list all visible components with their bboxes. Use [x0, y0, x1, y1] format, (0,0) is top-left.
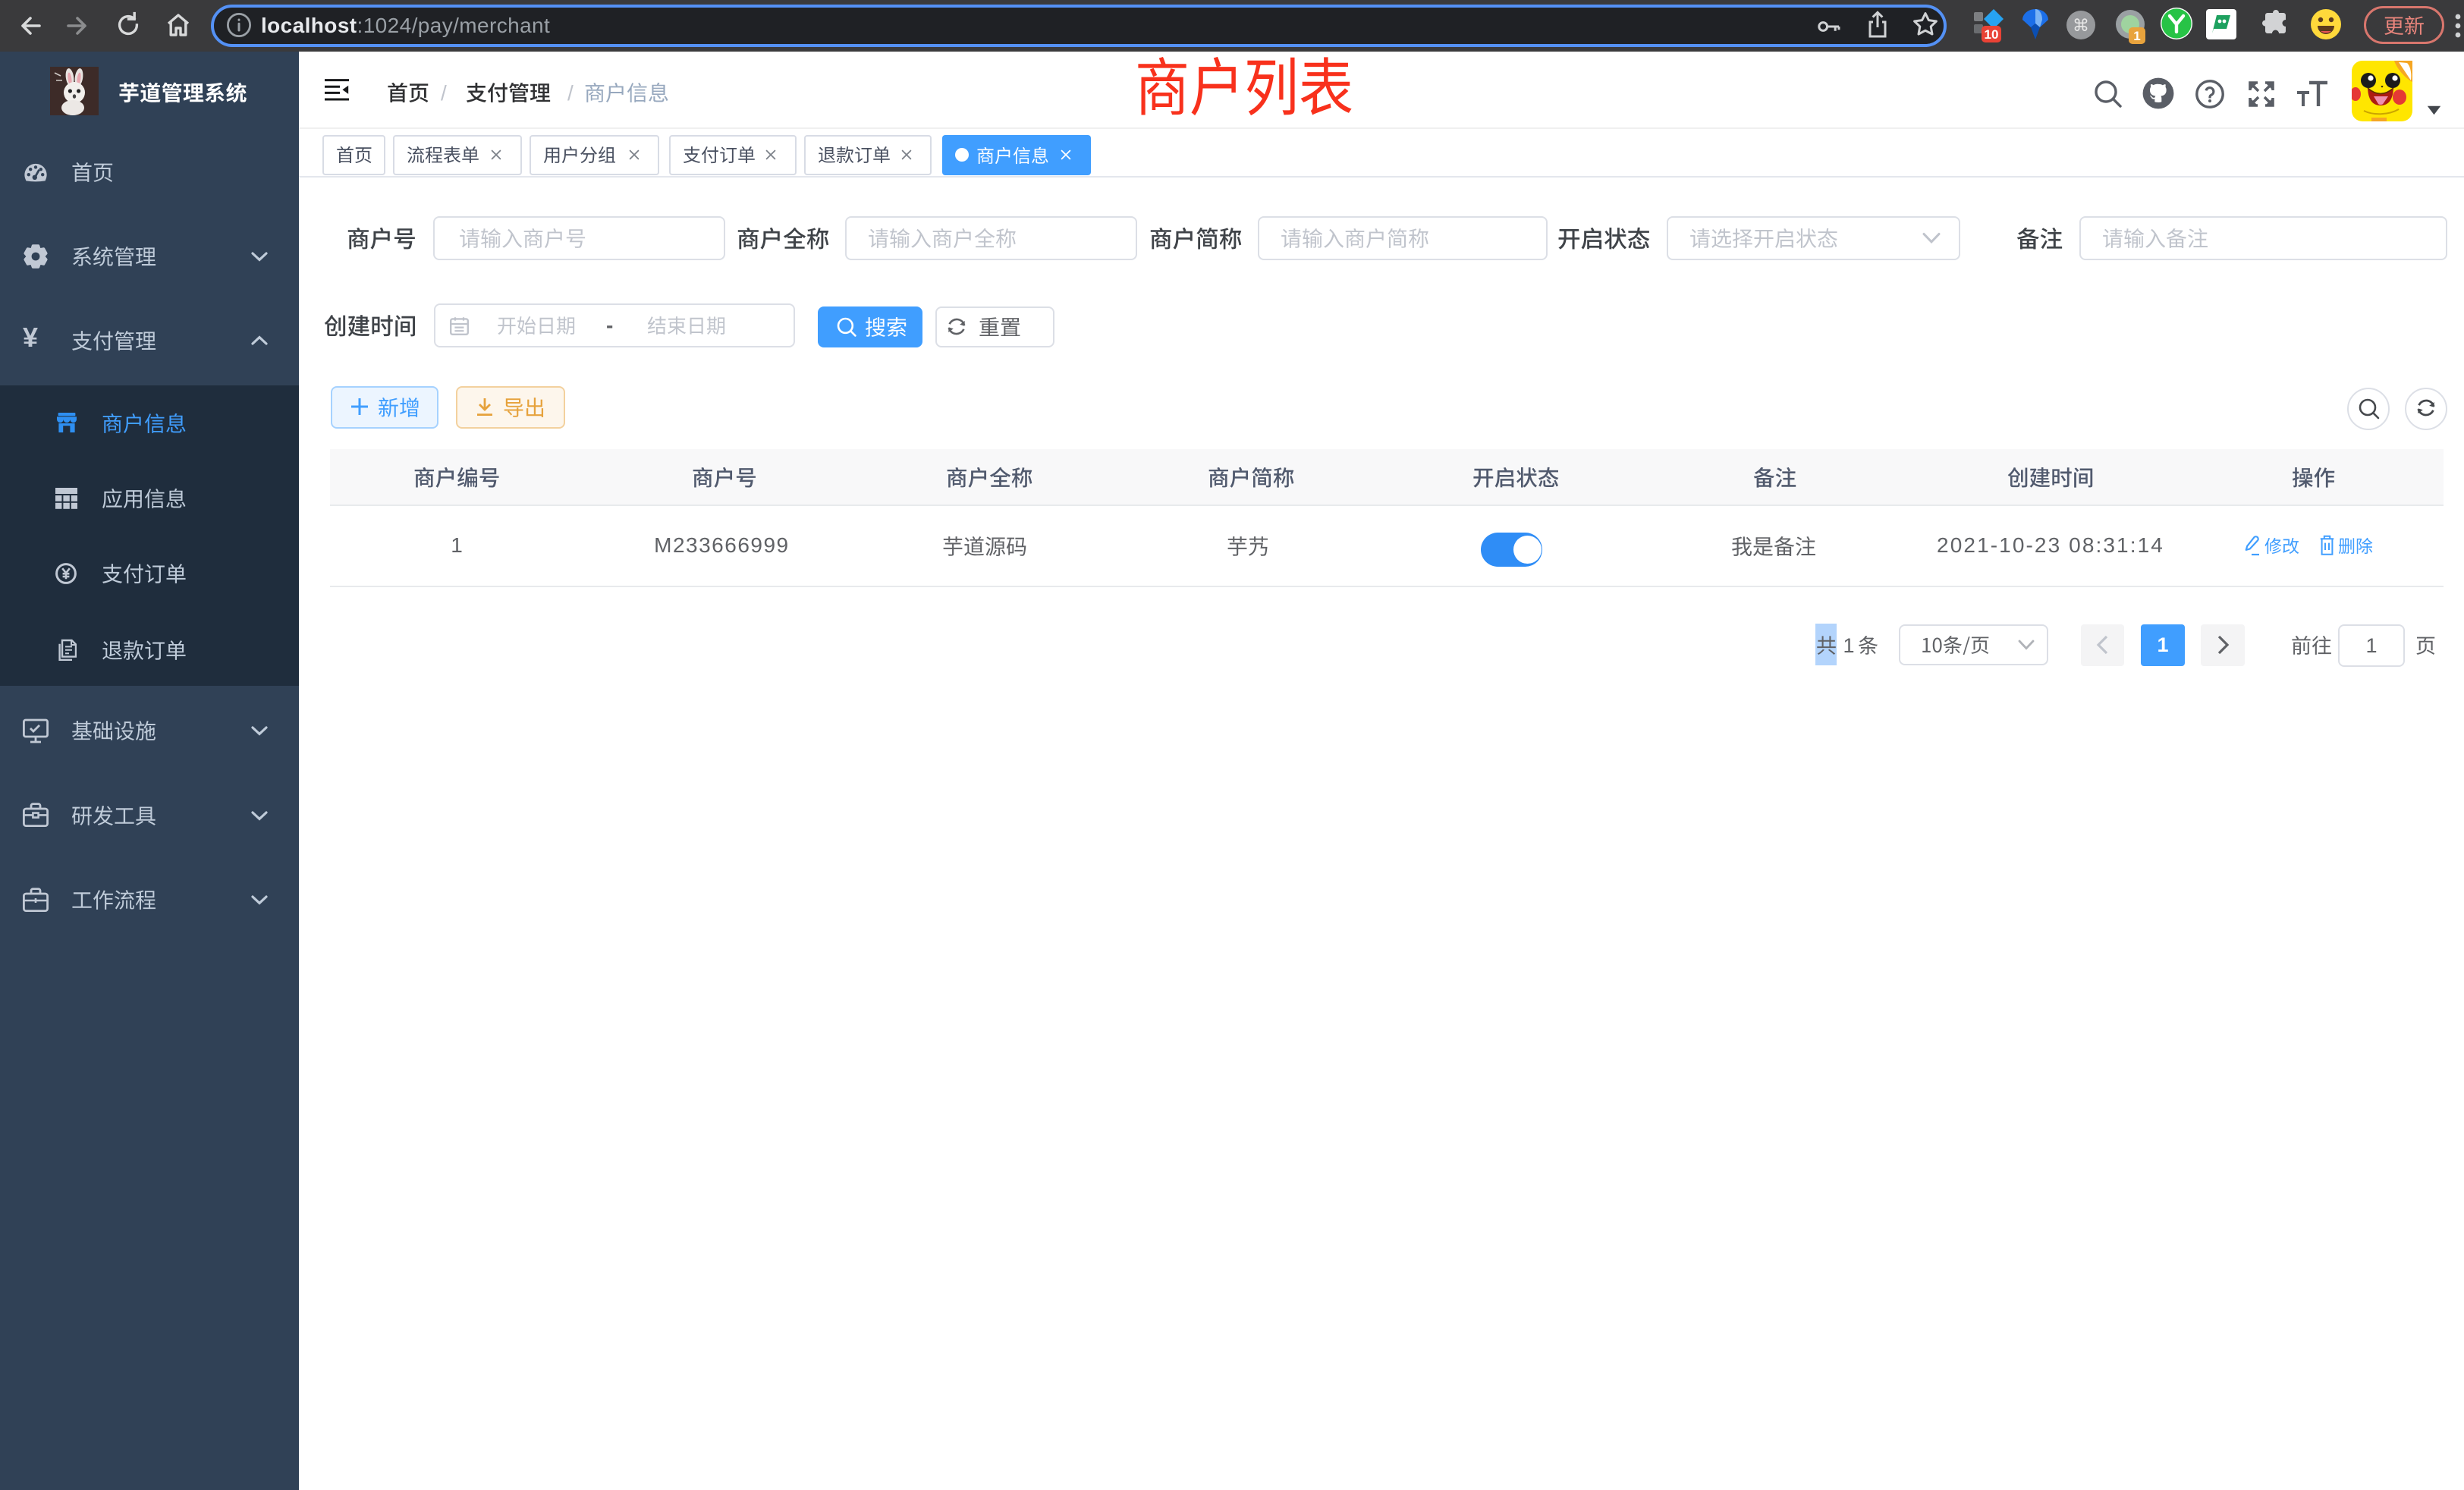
- svg-text:10: 10: [1985, 27, 1999, 42]
- svg-text:1: 1: [2133, 29, 2140, 43]
- svg-text:⌘: ⌘: [2073, 16, 2089, 35]
